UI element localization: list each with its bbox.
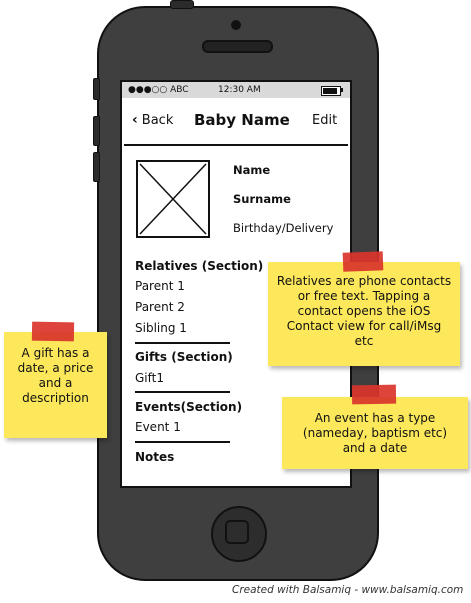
section-divider (135, 441, 230, 443)
gifts-section-header: Gifts (Section) (135, 350, 233, 364)
section-divider (135, 342, 230, 344)
events-section-header: Events(Section) (135, 400, 243, 414)
list-item[interactable]: Parent 2 (135, 300, 185, 314)
mute-switch (93, 78, 100, 100)
carrier-signal: ●●●○○ ABC (128, 85, 189, 95)
tape (31, 321, 75, 342)
tape (351, 384, 397, 405)
birthday-field[interactable]: Birthday/Delivery (233, 221, 333, 235)
note-text: Relatives are phone contacts or free tex… (276, 274, 452, 348)
list-item[interactable]: Sibling 1 (135, 321, 187, 335)
list-item[interactable]: Parent 1 (135, 279, 185, 293)
list-item[interactable]: Event 1 (135, 420, 181, 434)
back-button[interactable]: ‹ Back (132, 112, 173, 128)
note-text: An event has a type (nameday, baptism et… (302, 411, 448, 455)
sticky-note-relatives: Relatives are phone contacts or free tex… (268, 262, 460, 366)
tape (342, 251, 384, 272)
photo-placeholder[interactable] (136, 160, 210, 238)
battery-icon (321, 86, 341, 96)
speaker-grille (202, 40, 273, 53)
page-title: Baby Name (194, 111, 290, 129)
image-placeholder-icon (139, 163, 207, 235)
status-bar: ●●●○○ ABC 12:30 AM (122, 82, 350, 98)
sticky-note-event: An event has a type (nameday, baptism et… (282, 397, 468, 469)
battery-tip (341, 88, 343, 92)
status-time: 12:30 AM (218, 85, 261, 95)
credit-text: Created with Balsamiq - www.balsamiq.com (232, 584, 464, 596)
name-field[interactable]: Name (233, 163, 270, 177)
relatives-section-header: Relatives (Section) (135, 259, 264, 273)
section-divider (135, 391, 230, 393)
volume-down-button (93, 152, 100, 182)
volume-up-button (93, 116, 100, 146)
navigation-bar: ‹ Back Baby Name Edit (124, 100, 348, 146)
top-button (170, 0, 194, 9)
back-label: Back (141, 112, 174, 128)
sticky-note-gift: A gift has a date, a price and a descrip… (4, 332, 107, 438)
notes-section-header[interactable]: Notes (135, 450, 174, 464)
home-square-icon (225, 520, 249, 544)
surname-field[interactable]: Surname (233, 192, 291, 206)
chevron-left-icon: ‹ (132, 112, 138, 128)
camera-icon (231, 20, 241, 30)
note-text: A gift has a date, a price and a descrip… (17, 346, 94, 405)
edit-button[interactable]: Edit (312, 113, 337, 128)
list-item[interactable]: Gift1 (135, 371, 164, 385)
